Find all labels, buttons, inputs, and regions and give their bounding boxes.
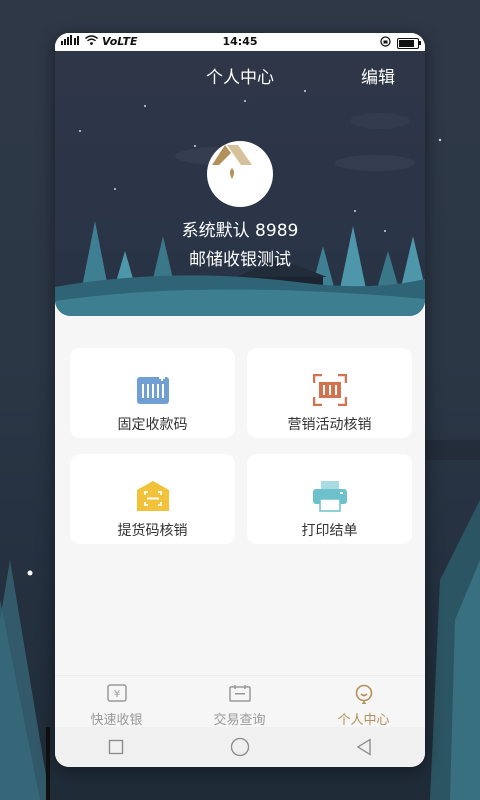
svg-text:¥: ¥ bbox=[113, 689, 119, 700]
calendar-icon bbox=[228, 685, 251, 702]
edit-button[interactable]: 编辑 bbox=[361, 63, 395, 88]
status-icons bbox=[380, 36, 421, 50]
rotation-lock-icon bbox=[380, 36, 391, 50]
profile-header: 个人中心 编辑 系统默认 8989 邮储收银测试 bbox=[55, 51, 425, 316]
card-label: 提货码核销 bbox=[117, 523, 188, 539]
status-bar: VoLTE 14:45 bbox=[55, 33, 425, 51]
profile-icon bbox=[355, 684, 372, 704]
home-icon[interactable] bbox=[230, 737, 250, 757]
user-name: 系统默认 8989 bbox=[181, 221, 299, 241]
tab-label: 交易查询 bbox=[213, 713, 266, 728]
fixed-qr-card[interactable]: 固定收款码 bbox=[70, 348, 235, 438]
recents-icon[interactable] bbox=[108, 739, 124, 755]
printer-icon bbox=[312, 481, 347, 512]
tab-quick-cashier[interactable]: ¥ 快速收银 bbox=[55, 676, 178, 728]
tab-label: 个人中心 bbox=[337, 713, 390, 728]
card-label: 营销活动核销 bbox=[287, 417, 372, 433]
battery-icon bbox=[397, 37, 421, 49]
tab-profile[interactable]: 个人中心 bbox=[302, 676, 425, 728]
clock: 14:45 bbox=[222, 35, 258, 48]
print-receipt-card[interactable]: 打印结单 bbox=[247, 454, 412, 544]
avatar[interactable] bbox=[207, 141, 273, 207]
org-name: 邮储收银测试 bbox=[189, 250, 291, 270]
brand-logo-icon bbox=[212, 145, 252, 179]
bottom-tab-bar: ¥ 快速收银 交易查询 个人中心 bbox=[55, 675, 425, 728]
card-label: 打印结单 bbox=[301, 523, 358, 539]
tab-label: 快速收银 bbox=[90, 713, 143, 728]
system-nav-bar bbox=[55, 727, 425, 767]
back-icon[interactable] bbox=[356, 738, 372, 756]
marketing-verify-card[interactable]: 营销活动核销 bbox=[247, 348, 412, 438]
fixed-qr-icon bbox=[136, 375, 169, 404]
pickup-code-icon bbox=[136, 481, 169, 511]
pickup-code-card[interactable]: 提货码核销 bbox=[70, 454, 235, 544]
tab-transaction-query[interactable]: 交易查询 bbox=[178, 676, 301, 728]
marketing-verify-icon bbox=[312, 374, 347, 406]
cashier-icon: ¥ bbox=[106, 684, 127, 702]
card-label: 固定收款码 bbox=[117, 417, 188, 433]
phone-screen: VoLTE 14:45 个人中心 编辑 系统默认 8989 邮储收银测试 固定收… bbox=[55, 33, 425, 767]
